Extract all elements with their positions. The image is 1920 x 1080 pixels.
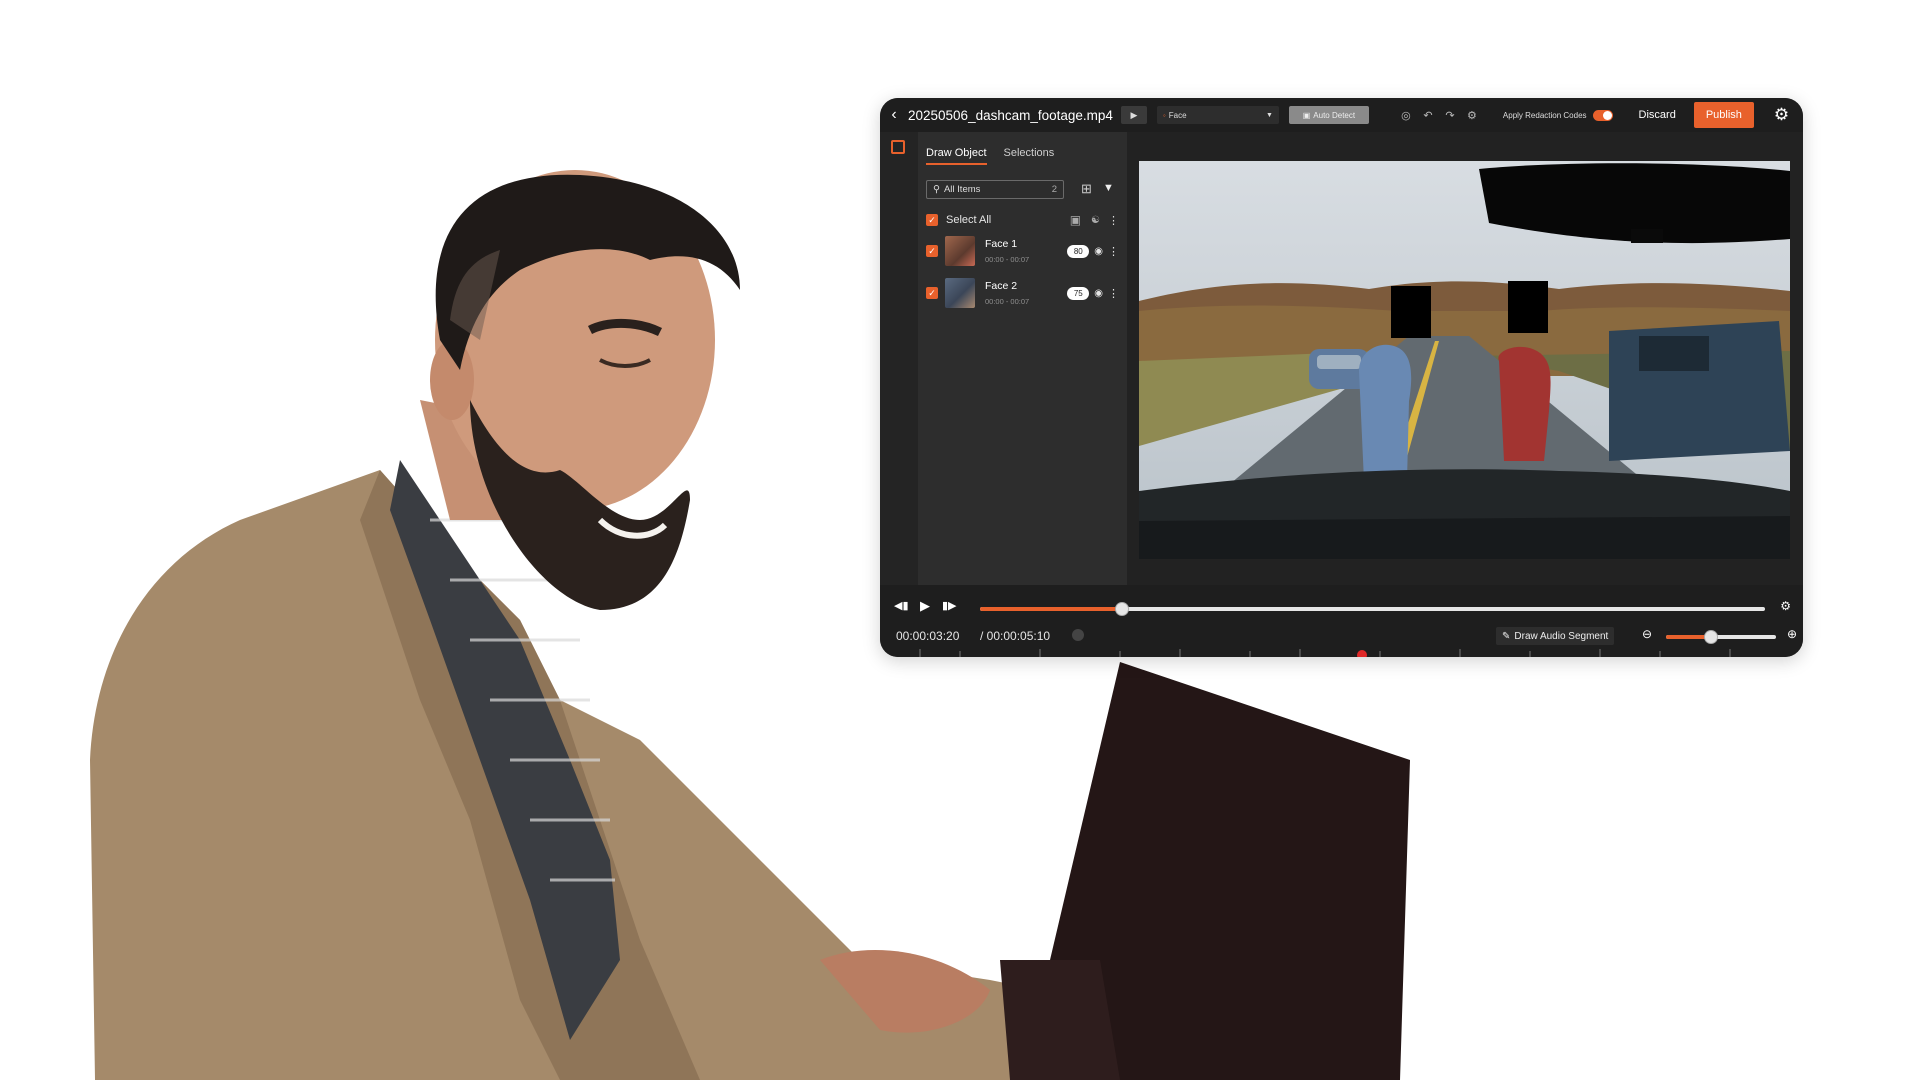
undo-icon[interactable]: ↶: [1417, 109, 1439, 122]
help-icon[interactable]: [1072, 629, 1084, 641]
object-type-dropdown[interactable]: ◦ Face ▼: [1156, 106, 1279, 124]
apply-redaction-label: Apply Redaction Codes: [1502, 110, 1587, 120]
zoom-in-icon[interactable]: ⊕: [1787, 627, 1797, 641]
item-checkbox[interactable]: ✓: [926, 287, 938, 299]
face-thumbnail: [945, 236, 975, 266]
discard-button[interactable]: Discard: [1639, 109, 1676, 121]
cursor-icon: ▶: [1130, 109, 1138, 120]
confidence-badge: 75: [1067, 286, 1090, 300]
zoom-slider[interactable]: [1666, 630, 1776, 644]
objects-panel: Draw Object Selections ⚲ All Items 2 ⊞ ▼…: [918, 132, 1127, 585]
item-name: Face 1: [985, 238, 1018, 250]
auto-track-icon[interactable]: ☯: [1091, 215, 1100, 226]
face-thumbnail: [945, 278, 975, 308]
progress-knob[interactable]: [1115, 602, 1130, 616]
gears-icon[interactable]: ⚙: [1774, 105, 1789, 125]
frame-face-icon[interactable]: ▣: [1070, 213, 1081, 227]
item-count: 2: [1051, 184, 1057, 195]
file-title: 20250506_dashcam_footage.mp4: [908, 107, 1113, 123]
skip-forward-icon[interactable]: ▮▶: [942, 599, 957, 612]
draw-audio-segment-button[interactable]: ✎ Draw Audio Segment: [1496, 627, 1615, 645]
select-all-checkbox[interactable]: ✓: [926, 214, 938, 226]
eye-icon[interactable]: ◉: [1094, 288, 1103, 299]
player-settings-icon[interactable]: ⚙: [1780, 599, 1791, 613]
redaction-editor-window: ‹ 20250506_dashcam_footage.mp4 ▶ ◦ Face …: [880, 98, 1803, 657]
list-item[interactable]: ✓ Face 2 00:00 - 00:07 75 ◉ ⋮: [926, 278, 1119, 308]
more-options-icon[interactable]: ⋮: [1108, 214, 1119, 227]
more-options-icon[interactable]: ⋮: [1108, 245, 1119, 258]
left-tool-strip: [880, 132, 918, 585]
item-range: 00:00 - 00:07: [985, 297, 1030, 306]
player-controls: ◀▮ ▶ ▮▶ ⚙ 00:00:03:20 / 00:00:05:10 ✎ Dr…: [880, 585, 1803, 657]
redaction-box: [1391, 286, 1431, 338]
play-icon[interactable]: ▶: [920, 598, 930, 614]
current-time: 00:00:03:20: [896, 629, 960, 643]
face-redact-icon[interactable]: [891, 140, 905, 154]
timeline-marker: [1357, 650, 1367, 657]
tab-draw-object[interactable]: Draw Object: [926, 147, 987, 165]
total-time: / 00:00:05:10: [980, 629, 1051, 643]
select-tool-button[interactable]: ▶: [1120, 106, 1147, 124]
search-icon: ⚲: [933, 184, 940, 195]
redo-icon[interactable]: ↷: [1439, 109, 1461, 122]
target-icon[interactable]: ◎: [1395, 109, 1417, 122]
select-all-label: Select All: [946, 214, 992, 226]
draw-audio-label: Draw Audio Segment: [1514, 630, 1609, 642]
confidence-badge: 80: [1067, 244, 1090, 258]
apply-redaction-toggle[interactable]: [1592, 109, 1613, 121]
auto-detect-label: Auto Detect: [1313, 110, 1356, 120]
redaction-box: [1508, 281, 1548, 333]
timeline-ruler[interactable]: [880, 645, 1803, 657]
back-arrow-icon[interactable]: ‹: [880, 106, 908, 124]
panel-tabs: Draw Object Selections: [926, 147, 1054, 165]
progress-fill: [980, 607, 1122, 611]
object-type-label: Face: [1168, 110, 1187, 120]
search-placeholder: All Items: [943, 184, 981, 195]
progress-track[interactable]: [980, 602, 1765, 616]
publish-button[interactable]: Publish: [1693, 102, 1754, 128]
video-area: [1127, 132, 1803, 585]
auto-detect-button[interactable]: ▣ Auto Detect: [1288, 106, 1369, 124]
item-range: 00:00 - 00:07: [985, 255, 1030, 264]
filter-icon[interactable]: ▼: [1103, 182, 1114, 194]
item-name: Face 2: [985, 280, 1018, 292]
chevron-down-icon: ▼: [1265, 111, 1273, 119]
zoom-out-icon[interactable]: ⊖: [1642, 627, 1652, 641]
top-toolbar: ‹ 20250506_dashcam_footage.mp4 ▶ ◦ Face …: [880, 98, 1803, 132]
item-checkbox[interactable]: ✓: [926, 245, 938, 257]
scan-icon: ▣: [1302, 110, 1311, 120]
list-item[interactable]: ✓ Face 1 00:00 - 00:07 80 ◉ ⋮: [926, 236, 1119, 266]
eye-icon[interactable]: ◉: [1094, 246, 1103, 257]
more-options-icon[interactable]: ⋮: [1108, 287, 1119, 300]
settings-gear-icon[interactable]: ⚙: [1461, 109, 1483, 122]
zoom-knob[interactable]: [1704, 630, 1718, 644]
skip-back-icon[interactable]: ◀▮: [894, 599, 909, 612]
grid-view-icon[interactable]: ⊞: [1081, 181, 1092, 197]
face-detect-icon: ◦: [1162, 110, 1166, 120]
tab-selections[interactable]: Selections: [1004, 147, 1055, 165]
select-all-row: ✓ Select All ▣ ☯ ⋮: [926, 213, 1119, 227]
video-frame[interactable]: [1139, 161, 1790, 559]
pen-icon: ✎: [1502, 630, 1511, 642]
search-input[interactable]: ⚲ All Items 2: [926, 180, 1064, 199]
